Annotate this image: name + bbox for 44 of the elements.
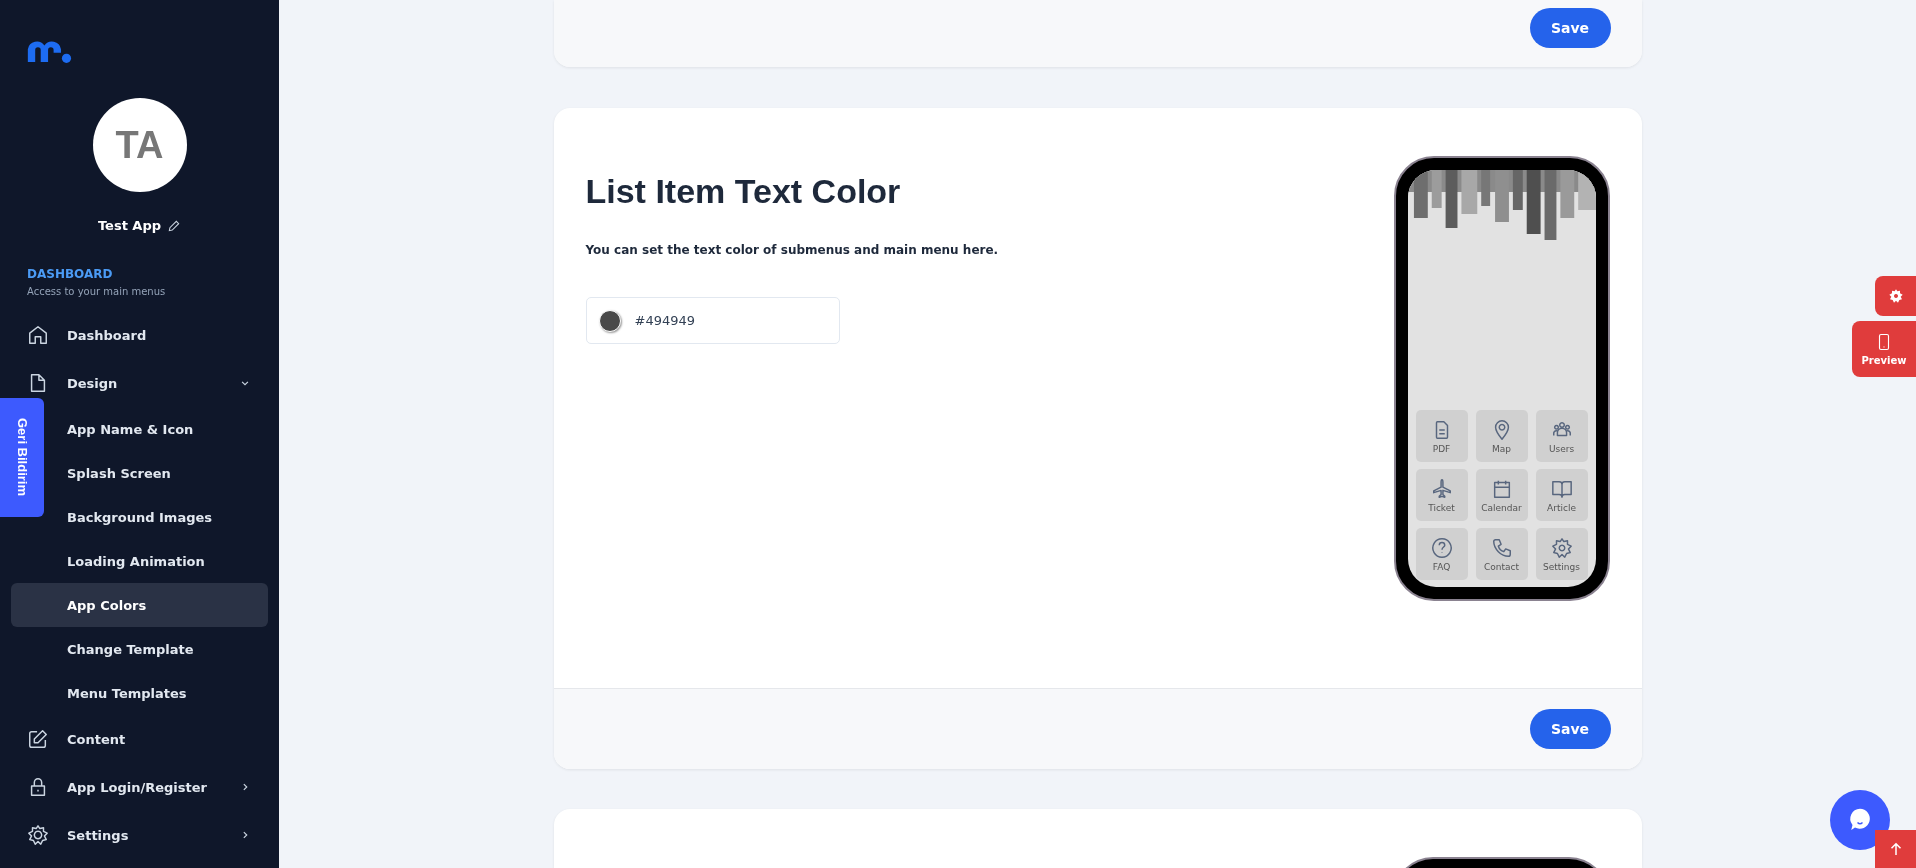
submenu-item[interactable]: Loading Animation: [45, 539, 268, 583]
tile-label: Article: [1547, 502, 1576, 513]
color-swatch[interactable]: [598, 309, 621, 332]
submenu-item[interactable]: App Colors: [11, 583, 268, 627]
section-subtitle: Access to your main menus: [27, 286, 167, 297]
plane-icon: [1430, 477, 1453, 500]
feedback-tab[interactable]: Geri Bildirim: [0, 398, 44, 517]
tile-label: PDF: [1432, 443, 1451, 454]
settings-icon: [1550, 536, 1573, 559]
tile-label: Ticket: [1428, 502, 1455, 513]
tile-label: Users: [1548, 443, 1575, 454]
save-button[interactable]: Save: [1529, 8, 1611, 48]
edit-icon: [27, 728, 49, 750]
section-title: DASHBOARD: [27, 267, 114, 281]
tile-label: Contact: [1484, 561, 1519, 572]
nav-item[interactable]: Settings: [11, 811, 268, 859]
submenu-item[interactable]: App Name & Icon: [45, 407, 268, 451]
settings-button[interactable]: [1875, 276, 1916, 316]
home-icon: [27, 324, 49, 346]
pencil-icon[interactable]: [167, 218, 182, 233]
scroll-top-button[interactable]: [1875, 830, 1916, 868]
submenu-item[interactable]: Background Images: [45, 495, 268, 539]
card-title: List Item Text Color: [585, 172, 902, 211]
preview-button[interactable]: Preview: [1852, 321, 1916, 377]
settings-icon: [27, 824, 49, 846]
nav-item[interactable]: Dashboard: [11, 311, 268, 359]
tile-label: FAQ: [1432, 561, 1451, 572]
nav-item[interactable]: Content: [11, 715, 268, 763]
nav-item[interactable]: App Login/Register: [11, 763, 268, 811]
tile-label: Settings: [1543, 561, 1580, 572]
submenu-item[interactable]: Change Template: [45, 627, 268, 671]
phone-icon: [1490, 536, 1513, 559]
tile-label: Calendar: [1481, 502, 1522, 513]
chat-button[interactable]: [1830, 790, 1890, 850]
card-description: You can set the text color of submenus and main menu here.: [585, 243, 999, 257]
tile-label: Map: [1492, 443, 1511, 454]
settings-icon: [1887, 288, 1904, 304]
avatar: TA: [92, 98, 187, 192]
submenu-item[interactable]: Splash Screen: [45, 451, 268, 495]
save-button[interactable]: Save: [1529, 709, 1611, 749]
app-name: Test App: [97, 218, 162, 233]
submenu-item[interactable]: Menu Templates: [45, 671, 268, 715]
help-icon: [1430, 536, 1453, 559]
color-field[interactable]: #494949: [585, 297, 840, 344]
